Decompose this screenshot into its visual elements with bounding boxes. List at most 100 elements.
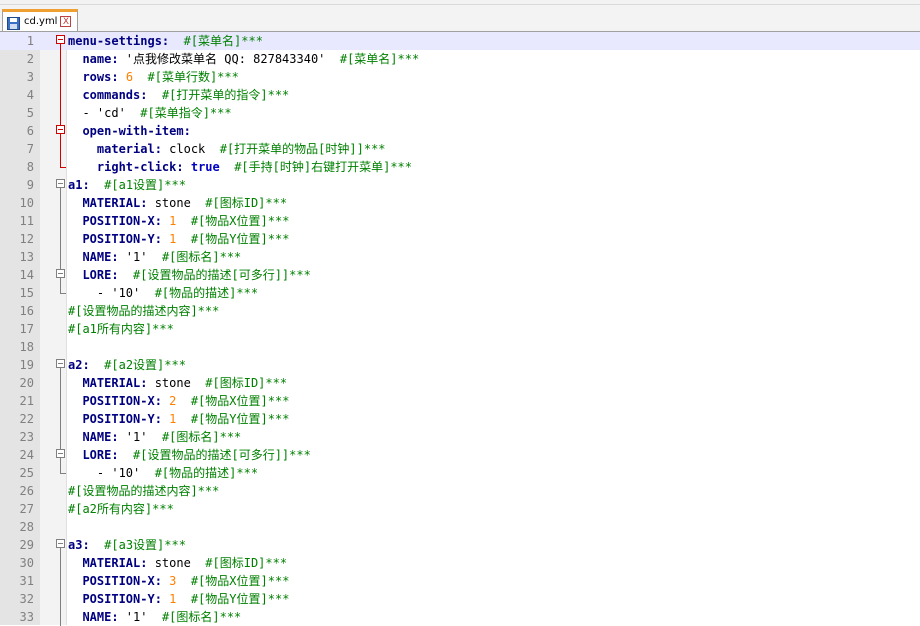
code-line[interactable]: 20 MATERIAL: stone #[图标ID]***: [0, 374, 920, 392]
code-token: clock: [161, 142, 220, 156]
code-line[interactable]: 32 POSITION-Y: 1 #[物品Y位置]***: [0, 590, 920, 608]
code-line[interactable]: 14 LORE: #[设置物品的描述[可多行]]***: [0, 266, 920, 284]
fold-toggle-icon[interactable]: [55, 266, 67, 284]
code-line[interactable]: 11 POSITION-X: 1 #[物品X位置]***: [0, 212, 920, 230]
code-token: POSITION-Y:: [82, 232, 162, 246]
code-token: POSITION-X:: [82, 574, 162, 588]
code-text: NAME: '1' #[图标名]***: [68, 248, 241, 266]
code-line[interactable]: 27 #[a2所有内容]***: [0, 500, 920, 518]
code-line[interactable]: 1 menu-settings: #[菜单名]***: [0, 32, 920, 50]
code-token: #[物品X位置]***: [190, 394, 290, 408]
code-line[interactable]: 19 a2: #[a2设置]***: [0, 356, 920, 374]
code-token: POSITION-X:: [82, 214, 162, 228]
code-token: POSITION-Y:: [82, 412, 162, 426]
code-line[interactable]: 10 MATERIAL: stone #[图标ID]***: [0, 194, 920, 212]
code-token: material:: [96, 142, 162, 156]
code-text: #[a1所有内容]***: [68, 320, 174, 338]
code-text: menu-settings: #[菜单名]***: [68, 32, 263, 50]
code-line[interactable]: 8 right-click: true #[手持[时钟]右键打开菜单]***: [0, 158, 920, 176]
fold-line-icon: [55, 68, 67, 86]
tab-cd-yml[interactable]: cd.yml X: [2, 9, 78, 31]
line-number: 18: [19, 340, 34, 354]
fold-toggle-icon[interactable]: [55, 176, 67, 194]
code-token: NAME:: [82, 430, 119, 444]
code-token: #[a3设置]***: [104, 538, 186, 552]
line-number: 6: [26, 124, 34, 138]
code-line[interactable]: 25 - '10' #[物品的描述]***: [0, 464, 920, 482]
code-token: #[图标名]***: [161, 430, 242, 444]
fold-toggle-icon[interactable]: [55, 536, 67, 554]
code-token: right-click:: [96, 160, 184, 174]
code-line[interactable]: 15 - '10' #[物品的描述]***: [0, 284, 920, 302]
line-number: 13: [19, 250, 34, 264]
code-line[interactable]: 29 a3: #[a3设置]***: [0, 536, 920, 554]
code-line[interactable]: 24 LORE: #[设置物品的描述[可多行]]***: [0, 446, 920, 464]
code-line[interactable]: 26 #[设置物品的描述内容]***: [0, 482, 920, 500]
fold-line-icon: [55, 194, 67, 212]
code-text: POSITION-X: 2 #[物品X位置]***: [68, 392, 289, 410]
code-token: #[设置物品的描述[可多行]]***: [133, 268, 311, 282]
code-text: #[设置物品的描述内容]***: [68, 302, 219, 320]
code-line[interactable]: 6 open-with-item:: [0, 122, 920, 140]
close-icon[interactable]: X: [60, 16, 72, 27]
code-line[interactable]: 23 NAME: '1' #[图标名]***: [0, 428, 920, 446]
code-token: a2:: [68, 358, 90, 372]
code-line[interactable]: 21 POSITION-X: 2 #[物品X位置]***: [0, 392, 920, 410]
code-line[interactable]: 3 rows: 6 #[菜单行数]***: [0, 68, 920, 86]
code-token: LORE:: [82, 448, 119, 462]
code-line[interactable]: 30 MATERIAL: stone #[图标ID]***: [0, 554, 920, 572]
code-line[interactable]: 17 #[a1所有内容]***: [0, 320, 920, 338]
code-token: name:: [82, 52, 119, 66]
fold-toggle-icon[interactable]: [55, 446, 67, 464]
fold-toggle-icon[interactable]: [55, 122, 67, 140]
code-line[interactable]: 33 NAME: '1' #[图标名]***: [0, 608, 920, 626]
line-number: 17: [19, 322, 34, 336]
code-line[interactable]: 28: [0, 518, 920, 536]
code-line[interactable]: 4 commands: #[打开菜单的指令]***: [0, 86, 920, 104]
code-token: #[菜单名]***: [183, 34, 263, 48]
code-editor[interactable]: 1 menu-settings: #[菜单名]*** 2 name: '点我修改菜单…: [0, 32, 920, 626]
code-line[interactable]: 16 #[设置物品的描述内容]***: [0, 302, 920, 320]
code-line[interactable]: 9 a1: #[a1设置]***: [0, 176, 920, 194]
code-line[interactable]: 2 name: '点我修改菜单名 QQ: 827843340' #[菜单名]**…: [0, 50, 920, 68]
fold-empty: [55, 500, 67, 518]
code-token: #[设置物品的描述内容]***: [68, 304, 220, 318]
line-number: 21: [19, 394, 34, 408]
code-token: #[设置物品的描述[可多行]]***: [133, 448, 311, 462]
code-line[interactable]: 13 NAME: '1' #[图标名]***: [0, 248, 920, 266]
fold-toggle-icon[interactable]: [55, 356, 67, 374]
code-token: #[物品的描述]***: [154, 466, 259, 480]
fold-toggle-icon[interactable]: [55, 32, 67, 50]
code-token: POSITION-Y:: [82, 592, 162, 606]
code-text: right-click: true #[手持[时钟]右键打开菜单]***: [68, 158, 412, 176]
fold-line-icon: [55, 86, 67, 104]
code-token: #[图标名]***: [161, 610, 242, 624]
code-line[interactable]: 12 POSITION-Y: 1 #[物品Y位置]***: [0, 230, 920, 248]
code-line[interactable]: 22 POSITION-Y: 1 #[物品Y位置]***: [0, 410, 920, 428]
code-line[interactable]: 31 POSITION-X: 3 #[物品X位置]***: [0, 572, 920, 590]
code-line[interactable]: 7 material: clock #[打开菜单的物品[时钟]]***: [0, 140, 920, 158]
fold-empty: [55, 320, 67, 338]
code-token: #[物品Y位置]***: [190, 592, 290, 606]
fold-line-icon: [55, 212, 67, 230]
code-token: rows:: [82, 70, 119, 84]
code-line[interactable]: 18: [0, 338, 920, 356]
fold-line-icon: [55, 572, 67, 590]
code-token: #[物品Y位置]***: [190, 232, 290, 246]
code-text: open-with-item:: [68, 122, 190, 140]
tab-file-name: cd.yml: [24, 16, 58, 27]
code-token: #[a2所有内容]***: [68, 502, 174, 516]
code-line[interactable]: 5 - 'cd' #[菜单指令]***: [0, 104, 920, 122]
line-number: 20: [19, 376, 34, 390]
line-number: 25: [19, 466, 34, 480]
